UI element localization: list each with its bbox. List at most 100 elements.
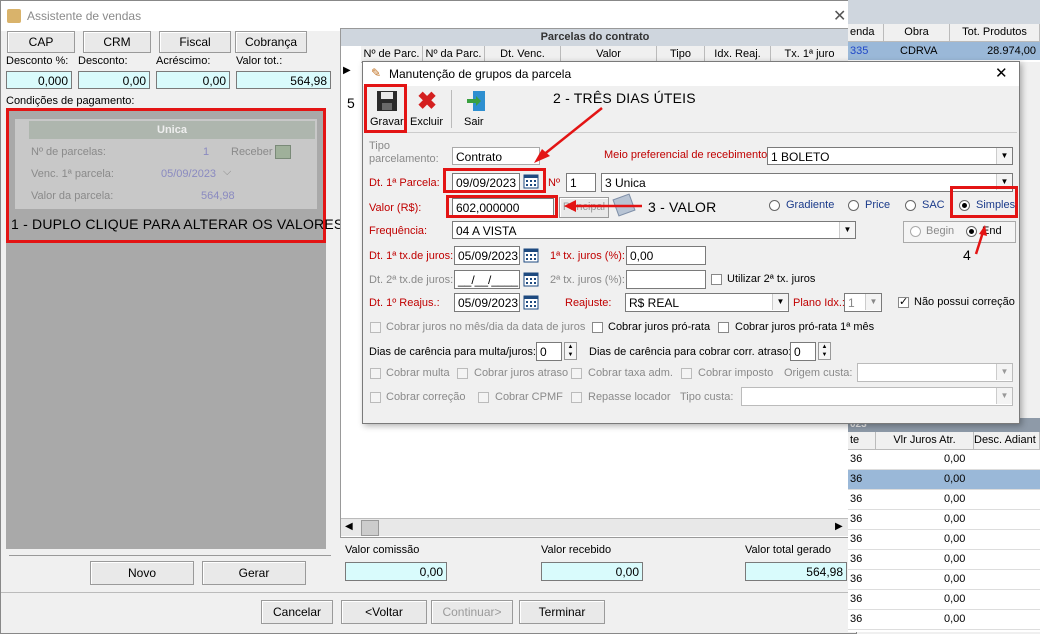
row-cell: 36 <box>850 573 863 585</box>
recebido-label: Valor recebido <box>541 544 612 556</box>
close-icon[interactable]: ✕ <box>833 6 846 26</box>
row-cell: 0,00 <box>944 613 966 625</box>
row-cell: 36 <box>850 613 863 625</box>
tx1-field[interactable]: 0,00 <box>626 246 706 265</box>
plano-label: Plano Idx.: <box>793 297 845 309</box>
chevron-down-icon[interactable]: ▼ <box>996 148 1012 164</box>
meio-label: Meio preferencial de recebimento: <box>604 149 771 161</box>
col-header[interactable]: Vlr Juros Atr. <box>876 432 974 450</box>
row-cell: 0,00 <box>944 553 966 565</box>
lower-rows: 36 0,00 36 0,00 36 0,00 36 0,00 36 0,00 36 0,0… <box>848 450 1040 632</box>
sair-button[interactable]: Sair <box>459 88 491 130</box>
annotation-1: 1 - DUPLO CLIQUE PARA ALTERAR OS VALORES <box>11 216 344 232</box>
nao-possui-checkbox[interactable] <box>898 295 909 308</box>
dialog-title-bar: ✎ Manutenção de grupos da parcela ✕ <box>363 62 1019 86</box>
chevron-down-icon: ▼ <box>865 294 881 310</box>
table-row[interactable]: 36 0,00 <box>848 570 1040 590</box>
tab-cobranca[interactable]: Cobrança <box>235 31 307 53</box>
desconto-field[interactable]: 0,00 <box>78 71 150 89</box>
close-icon[interactable]: ✕ <box>995 64 1008 82</box>
gradiente-radio[interactable] <box>769 200 780 211</box>
chevron-down-icon[interactable]: ▼ <box>772 294 788 310</box>
gerar-button[interactable]: Gerar <box>202 561 306 585</box>
tab-fiscal[interactable]: Fiscal <box>159 31 231 53</box>
begin-radio <box>910 226 921 237</box>
col-header[interactable]: Desc. Adiant <box>974 432 1040 450</box>
dias-corr-field[interactable]: 0 <box>790 342 816 361</box>
selected-row[interactable]: 335 CDRVA 28.974,00 <box>848 42 1040 60</box>
col-header[interactable]: te <box>848 432 876 450</box>
table-row[interactable]: 36 0,00 <box>848 510 1040 530</box>
n-select-value: 3 Unica <box>605 176 646 190</box>
table-row[interactable]: 36 0,00 <box>848 590 1040 610</box>
cobrar-pro-rata-checkbox[interactable] <box>592 322 603 333</box>
comissao-field: 0,00 <box>345 562 447 581</box>
chevron-down-icon[interactable]: ▼ <box>839 222 855 238</box>
app-icon <box>7 9 21 23</box>
origem-label: Origem custa: <box>784 367 853 379</box>
reajuste-select[interactable]: R$ REAL ▼ <box>625 293 789 312</box>
gradiente-label[interactable]: Gradiente <box>786 199 834 211</box>
dt2tx-field[interactable]: __/__/____ <box>454 270 520 289</box>
excluir-button[interactable]: ✖ Excluir <box>409 88 449 130</box>
sac-label[interactable]: SAC <box>922 199 945 211</box>
sac-radio[interactable] <box>905 200 916 211</box>
cobrar-pro-rata-1-checkbox[interactable] <box>718 322 729 333</box>
table-row[interactable]: 36 0,00 <box>848 530 1040 550</box>
col-header[interactable]: Tot. Produtos <box>950 24 1040 42</box>
scroll-right-icon[interactable]: ▶ <box>835 521 843 532</box>
utilizar-checkbox[interactable] <box>711 274 722 285</box>
freq-label: Frequência: <box>369 225 428 237</box>
row-cell: 0,00 <box>944 513 966 525</box>
table-row[interactable]: 36 0,00 <box>848 550 1040 570</box>
table-row[interactable]: 36 0,00 <box>848 470 1040 490</box>
divider <box>9 555 331 556</box>
scroll-left-icon[interactable]: ◀ <box>345 521 353 532</box>
dias-multa-field[interactable]: 0 <box>536 342 562 361</box>
tab-cap[interactable]: CAP <box>7 31 75 53</box>
total-gerado-label: Valor total gerado <box>745 544 832 556</box>
cobrar-pro-rata-label: Cobrar juros pró-rata <box>608 321 711 333</box>
dias-multa-stepper[interactable]: ▲ ▼ <box>564 342 577 360</box>
calendar-icon[interactable] <box>523 247 539 263</box>
table-row[interactable]: 36 0,00 <box>848 490 1040 510</box>
annotation-arrow-2 <box>534 107 603 163</box>
table-row[interactable]: 36 0,00 <box>848 450 1040 470</box>
dias-corr-stepper[interactable]: ▲ ▼ <box>818 342 831 360</box>
cobrar-cpmf-checkbox <box>478 392 489 403</box>
table-row[interactable]: 36 0,00 <box>848 610 1040 630</box>
price-radio[interactable] <box>848 200 859 211</box>
n-field[interactable]: 1 <box>566 173 596 192</box>
comissao-label: Valor comissão <box>345 544 420 556</box>
calendar-icon[interactable] <box>523 294 539 310</box>
meio-select[interactable]: 1 BOLETO ▼ <box>767 147 1013 165</box>
scroll-thumb[interactable] <box>361 520 379 536</box>
annotation-3: 3 - VALOR <box>648 199 717 215</box>
dtreaj-label: Dt. 1º Reajus.: <box>369 297 440 309</box>
freq-select[interactable]: 04 A VISTA ▼ <box>452 221 856 239</box>
total-gerado-field: 564,98 <box>745 562 847 581</box>
tx2-field[interactable] <box>626 270 706 289</box>
dtreaj-field[interactable]: 05/09/2023 <box>454 293 520 312</box>
price-label[interactable]: Price <box>865 199 890 211</box>
row-cell: 335 <box>850 45 869 57</box>
acrescimo-field[interactable]: 0,00 <box>156 71 230 89</box>
valor-tot-label: Valor tot.: <box>236 55 283 67</box>
cobrar-cpmf-label: Cobrar CPMF <box>495 391 563 403</box>
terminar-button[interactable]: Terminar <box>519 600 605 624</box>
dias-multa-label: Dias de carência para multa/juros: <box>369 346 536 358</box>
col-header[interactable]: enda <box>848 24 884 42</box>
dt1tx-field[interactable]: 05/09/2023 <box>454 246 520 265</box>
cobrar-taxa-checkbox <box>571 368 582 379</box>
col-header[interactable]: Obra <box>884 24 950 42</box>
tab-crm[interactable]: CRM <box>83 31 151 53</box>
desconto-pct-field[interactable]: 0,000 <box>6 71 72 89</box>
dt2tx-label: Dt. 2ª tx.de juros: <box>369 274 454 286</box>
cancelar-button[interactable]: Cancelar <box>261 600 333 624</box>
voltar-button[interactable]: <Voltar <box>341 600 427 624</box>
row-cell: CDRVA <box>900 45 938 57</box>
novo-button[interactable]: Novo <box>90 561 194 585</box>
calendar-icon[interactable] <box>523 271 539 287</box>
cobrar-imposto-label: Cobrar imposto <box>698 367 774 379</box>
horizontal-scrollbar[interactable]: ◀ ▶ <box>341 518 849 536</box>
